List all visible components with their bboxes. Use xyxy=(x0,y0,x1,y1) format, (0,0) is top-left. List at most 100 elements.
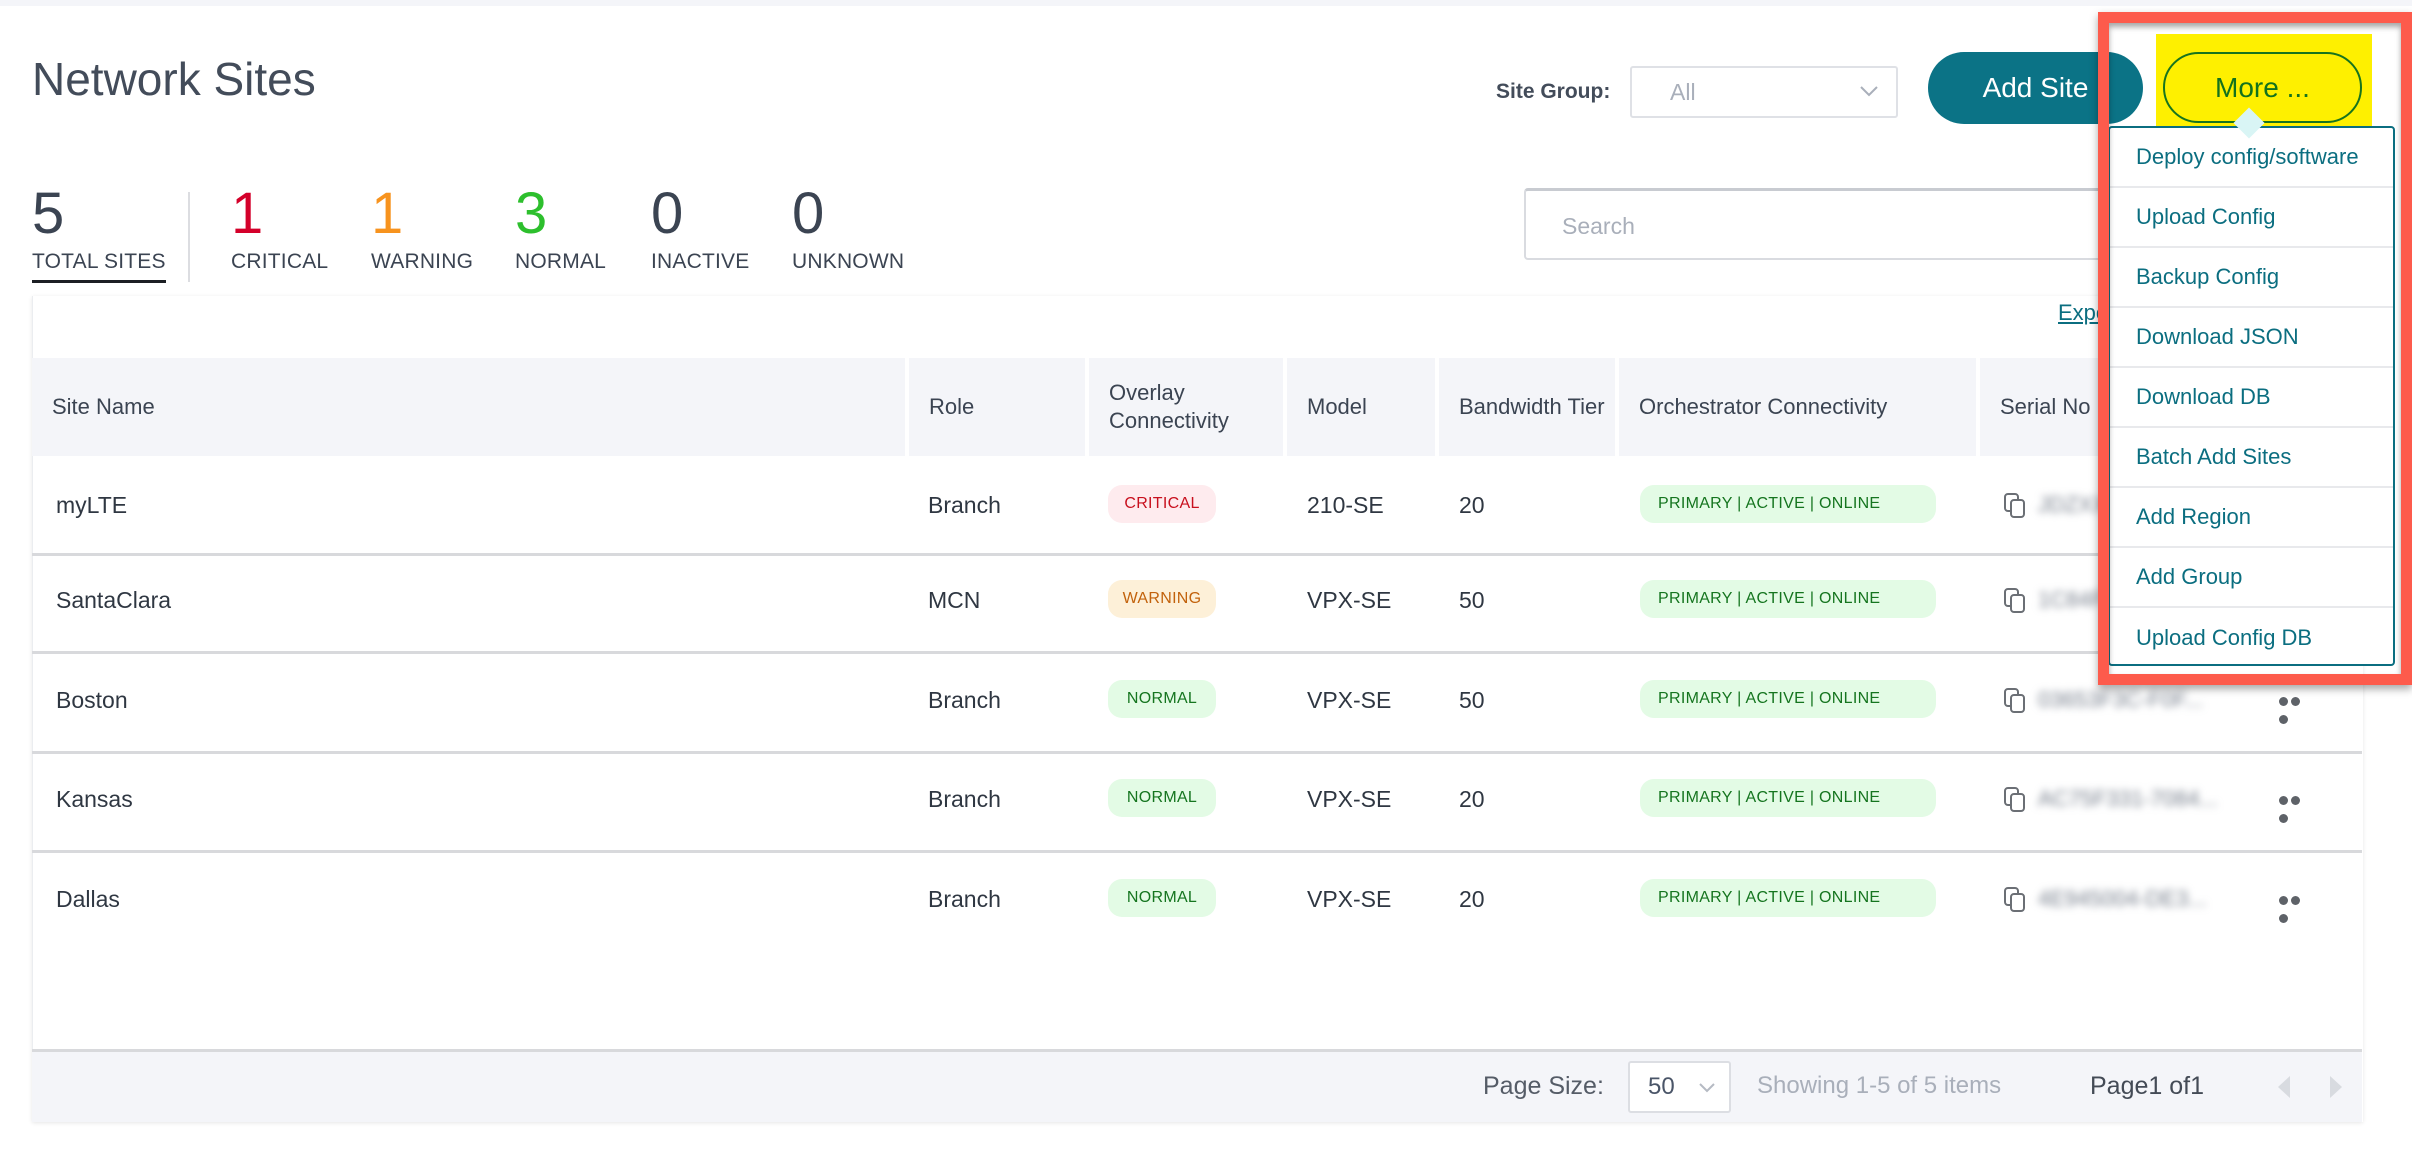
table-footer xyxy=(32,1049,2362,1122)
column-header-model[interactable]: Model xyxy=(1287,358,1435,456)
chevron-down-icon xyxy=(1699,1083,1715,1093)
stat-label: INACTIVE xyxy=(651,250,750,273)
add-site-button[interactable]: Add Site xyxy=(1928,52,2143,124)
column-header-role[interactable]: Role xyxy=(909,358,1085,456)
serial-number-cell: AC75F331-7084... xyxy=(2038,786,2218,811)
stat-critical[interactable]: 1 CRITICAL xyxy=(231,182,328,274)
stat-unknown[interactable]: 0 UNKNOWN xyxy=(792,182,904,274)
page-size-select[interactable]: 50 xyxy=(1628,1061,1731,1113)
bandwidth-tier-cell: 20 xyxy=(1459,886,1485,912)
role-cell: Branch xyxy=(928,886,1001,912)
stat-label: TOTAL SITES xyxy=(32,250,166,283)
overlay-status-badge: NORMAL xyxy=(1108,680,1216,718)
serial-number-cell: 4E945004-DE3... xyxy=(2038,886,2207,911)
site-group-value: All xyxy=(1670,79,1696,105)
menu-item-add-group[interactable]: Add Group xyxy=(2110,548,2393,608)
previous-page-icon[interactable] xyxy=(2278,1076,2290,1098)
site-name-cell[interactable]: myLTE xyxy=(56,492,127,519)
orchestrator-status-badge: PRIMARY | ACTIVE | ONLINE xyxy=(1640,879,1936,917)
stat-value: 0 xyxy=(792,181,825,246)
stat-label: NORMAL xyxy=(515,250,607,273)
model-cell: VPX-SE xyxy=(1307,786,1392,812)
stat-warning[interactable]: 1 WARNING xyxy=(371,182,473,274)
copy-icon[interactable] xyxy=(2003,886,2027,914)
menu-item-download-json[interactable]: Download JSON xyxy=(2110,308,2393,368)
more-menu: Deploy config/software Upload Config Bac… xyxy=(2108,126,2395,666)
stat-normal[interactable]: 3 NORMAL xyxy=(515,182,606,274)
stat-label: UNKNOWN xyxy=(792,250,905,273)
bandwidth-tier-cell: 20 xyxy=(1459,492,1485,518)
stat-label: WARNING xyxy=(371,250,474,273)
role-cell: Branch xyxy=(928,786,1001,812)
overlay-status-badge: NORMAL xyxy=(1108,879,1216,917)
more-actions-icon[interactable] xyxy=(2279,792,2313,823)
stat-value: 5 xyxy=(32,181,65,246)
more-button[interactable]: More ... xyxy=(2163,52,2362,123)
serial-number-cell: 1C84F xyxy=(2038,587,2105,612)
bandwidth-tier-cell: 50 xyxy=(1459,687,1485,713)
menu-item-download-db[interactable]: Download DB xyxy=(2110,368,2393,428)
chevron-down-icon xyxy=(1860,86,1878,97)
orchestrator-status-badge: PRIMARY | ACTIVE | ONLINE xyxy=(1640,779,1936,817)
export-link[interactable]: Expo xyxy=(2058,300,2108,326)
copy-icon[interactable] xyxy=(2003,492,2027,520)
stat-total-sites[interactable]: 5 TOTAL SITES xyxy=(32,182,166,283)
menu-item-batch-add-sites[interactable]: Batch Add Sites xyxy=(2110,428,2393,488)
overlay-status-badge: CRITICAL xyxy=(1108,485,1216,523)
bandwidth-tier-cell: 20 xyxy=(1459,786,1485,812)
search-input[interactable]: Search xyxy=(1524,188,2164,260)
model-cell: 210-SE xyxy=(1307,492,1384,518)
site-name-cell[interactable]: Kansas xyxy=(56,786,133,813)
menu-item-deploy-config-software[interactable]: Deploy config/software xyxy=(2110,128,2393,188)
page-size-label: Page Size: xyxy=(1483,1072,1604,1100)
role-cell: MCN xyxy=(928,587,981,613)
stat-value: 1 xyxy=(371,181,404,246)
site-group-label: Site Group: xyxy=(1496,80,1611,103)
stat-value: 0 xyxy=(651,181,684,246)
model-cell: VPX-SE xyxy=(1307,886,1392,912)
stat-inactive[interactable]: 0 INACTIVE xyxy=(651,182,749,274)
column-header-bandwidth-tier[interactable]: Bandwidth Tier xyxy=(1439,358,1615,456)
role-cell: Branch xyxy=(928,687,1001,713)
menu-item-backup-config[interactable]: Backup Config xyxy=(2110,248,2393,308)
column-header-overlay-connectivity[interactable]: Overlay Connectivity xyxy=(1089,358,1283,456)
next-page-icon[interactable] xyxy=(2330,1076,2342,1098)
more-actions-icon[interactable] xyxy=(2279,892,2313,923)
stats-divider xyxy=(188,192,190,282)
page-title: Network Sites xyxy=(32,53,316,105)
model-cell: VPX-SE xyxy=(1307,587,1392,613)
stat-value: 1 xyxy=(231,181,264,246)
showing-items-text: Showing 1-5 of 5 items xyxy=(1757,1072,2002,1099)
site-name-cell[interactable]: Dallas xyxy=(56,886,120,913)
row-divider xyxy=(32,651,2362,654)
overlay-status-badge: WARNING xyxy=(1108,580,1216,618)
orchestrator-status-badge: PRIMARY | ACTIVE | ONLINE xyxy=(1640,485,1936,523)
row-divider xyxy=(32,850,2362,853)
row-divider xyxy=(32,553,2362,556)
menu-item-add-region[interactable]: Add Region xyxy=(2110,488,2393,548)
top-bar xyxy=(0,0,2412,6)
search-placeholder: Search xyxy=(1562,213,1635,239)
site-name-cell[interactable]: SantaClara xyxy=(56,587,171,614)
site-name-cell[interactable]: Boston xyxy=(56,687,128,714)
bandwidth-tier-cell: 50 xyxy=(1459,587,1485,613)
more-actions-icon[interactable] xyxy=(2279,693,2313,724)
row-divider xyxy=(32,751,2362,754)
page-size-value: 50 xyxy=(1648,1073,1675,1100)
model-cell: VPX-SE xyxy=(1307,687,1392,713)
site-group-select[interactable]: All xyxy=(1630,66,1898,118)
overlay-status-badge: NORMAL xyxy=(1108,779,1216,817)
column-header-site-name[interactable]: Site Name xyxy=(32,358,905,456)
serial-number-cell: JDZXX xyxy=(2038,492,2108,517)
copy-icon[interactable] xyxy=(2003,587,2027,615)
orchestrator-status-badge: PRIMARY | ACTIVE | ONLINE xyxy=(1640,580,1936,618)
orchestrator-status-badge: PRIMARY | ACTIVE | ONLINE xyxy=(1640,680,1936,718)
copy-icon[interactable] xyxy=(2003,687,2027,715)
menu-item-upload-config-db[interactable]: Upload Config DB xyxy=(2110,608,2393,668)
menu-item-upload-config[interactable]: Upload Config xyxy=(2110,188,2393,248)
stat-value: 3 xyxy=(515,181,548,246)
copy-icon[interactable] xyxy=(2003,786,2027,814)
serial-number-cell: 03653F3C-F0F... xyxy=(2038,687,2204,712)
role-cell: Branch xyxy=(928,492,1001,518)
column-header-orchestrator-connectivity[interactable]: Orchestrator Connectivity xyxy=(1619,358,1976,456)
